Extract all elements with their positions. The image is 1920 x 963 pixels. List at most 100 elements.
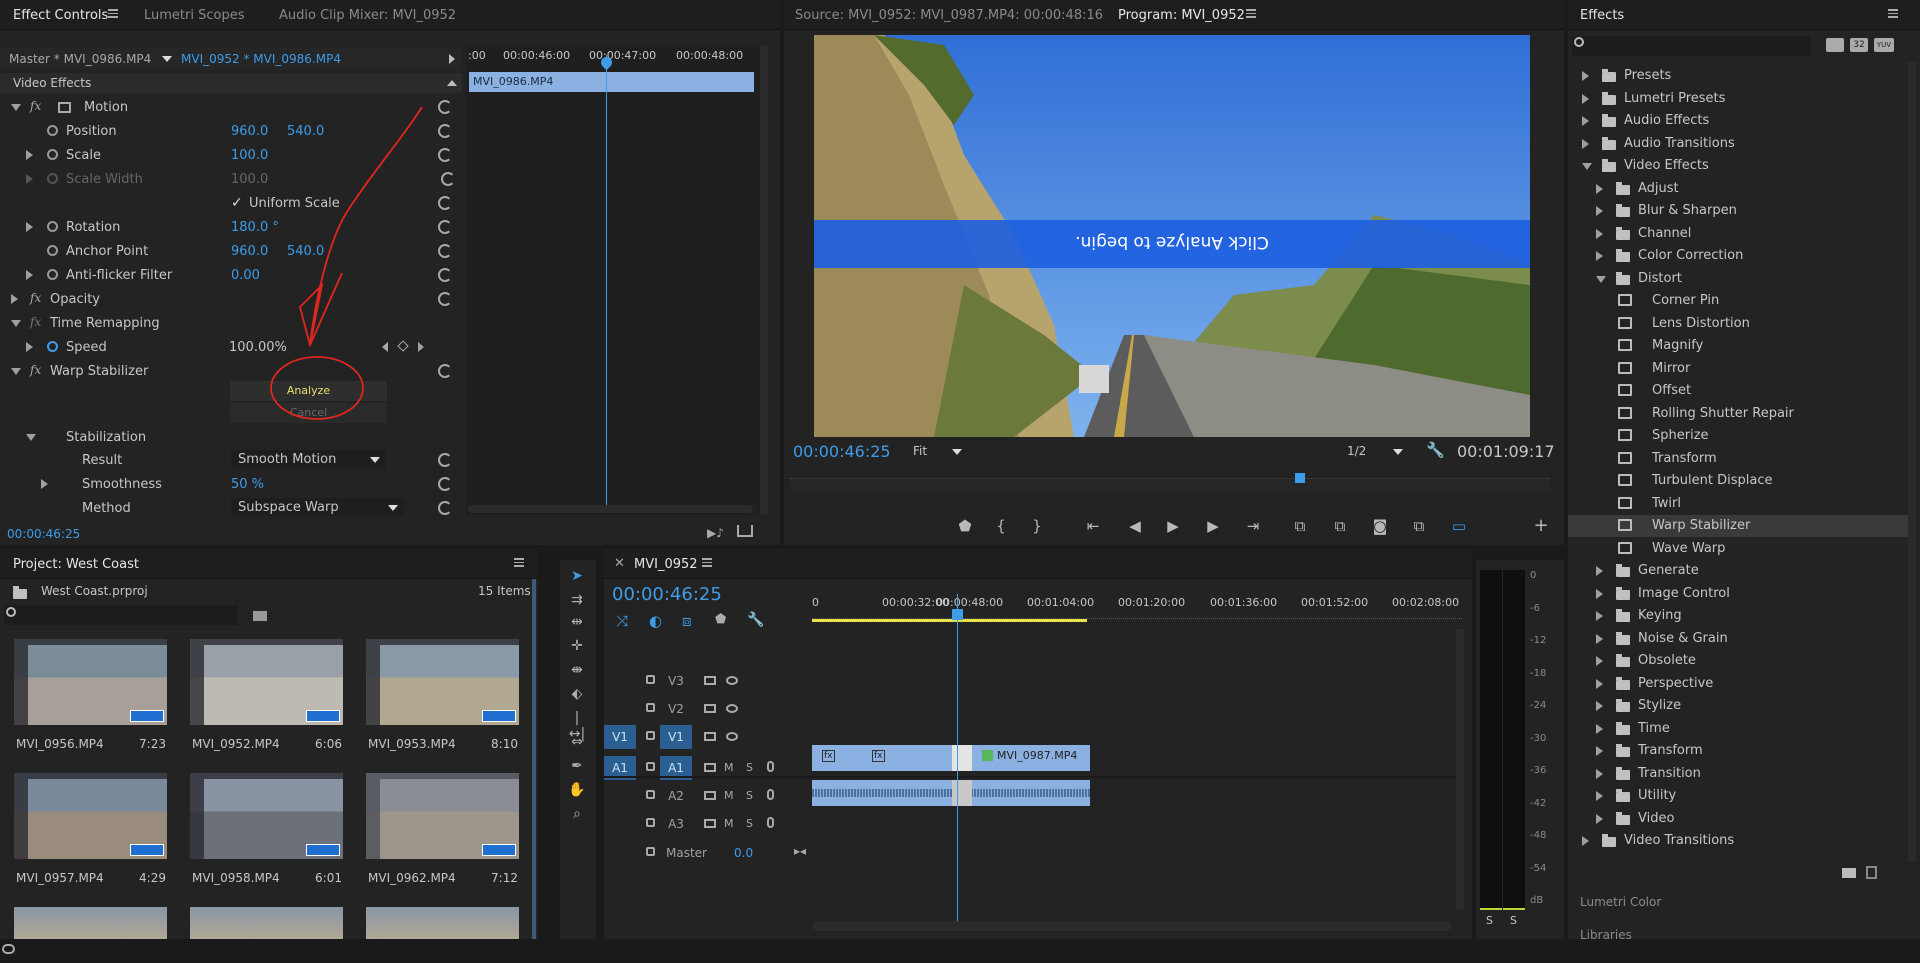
effect-folder[interactable]: Audio Transitions xyxy=(1568,133,1908,155)
chevron-right-icon[interactable] xyxy=(1596,206,1603,216)
reset-icon[interactable] xyxy=(438,501,452,515)
effect-folder[interactable]: Stylize xyxy=(1568,695,1908,717)
effect-folder[interactable]: Blur & Sharpen xyxy=(1568,200,1908,222)
stopwatch-icon[interactable] xyxy=(47,149,58,160)
reset-icon[interactable] xyxy=(438,364,452,378)
effect-item[interactable]: Rolling Shutter Repair xyxy=(1568,403,1908,425)
effect-item[interactable]: Corner Pin xyxy=(1568,290,1908,312)
project-scrollbar[interactable] xyxy=(532,579,536,939)
chevron-right-icon[interactable] xyxy=(1596,656,1603,666)
collapse-up-icon[interactable] xyxy=(447,80,457,86)
program-scrub-bar[interactable] xyxy=(790,478,1550,492)
effect-folder[interactable]: Image Control xyxy=(1568,583,1908,605)
chevron-right-icon[interactable] xyxy=(1596,183,1603,194)
stabilization-row[interactable]: Stabilization xyxy=(0,426,462,448)
effect-folder[interactable]: Generate xyxy=(1568,560,1908,582)
panel-menu-icon[interactable] xyxy=(702,558,712,567)
effect-folder[interactable]: Presets xyxy=(1568,65,1908,87)
reset-icon[interactable] xyxy=(438,244,452,258)
close-icon[interactable]: ✕ xyxy=(614,556,625,571)
tab-effect-controls[interactable]: Effect Controls xyxy=(13,8,108,23)
work-area-bar[interactable] xyxy=(812,619,1087,622)
mini-clip[interactable]: MVI_0986.MP4 xyxy=(469,72,754,92)
chevron-right-icon[interactable] xyxy=(1596,768,1603,779)
reset-icon[interactable] xyxy=(438,292,452,306)
chevron-right-icon[interactable] xyxy=(1596,791,1603,801)
sync-lock-icon[interactable] xyxy=(704,704,716,713)
warp-stabilizer-expand-icon[interactable] xyxy=(11,368,21,375)
chevron-right-icon[interactable] xyxy=(1582,71,1589,81)
clip-thumbnail[interactable] xyxy=(366,639,519,725)
clip-thumbnail[interactable] xyxy=(366,773,519,859)
razor-tool-icon[interactable]: ⬖ xyxy=(567,686,587,702)
lock-icon[interactable] xyxy=(646,731,655,740)
chevron-right-icon[interactable] xyxy=(1596,251,1603,261)
stopwatch-icon[interactable] xyxy=(47,245,58,256)
clip-thumbnail[interactable] xyxy=(14,773,167,859)
effect-item[interactable]: Twirl xyxy=(1568,493,1908,515)
reset-icon[interactable] xyxy=(438,196,452,210)
rotation-expand-icon[interactable] xyxy=(26,222,33,232)
solo-button[interactable]: S xyxy=(746,817,753,830)
sync-lock-icon[interactable] xyxy=(704,676,716,685)
panel-menu-icon[interactable] xyxy=(514,558,524,567)
hand-tool-icon[interactable]: ✋ xyxy=(567,782,587,798)
method-dropdown[interactable]: Subspace Warp xyxy=(231,498,404,517)
track-name[interactable]: V1 xyxy=(660,725,692,749)
add-marker-icon[interactable]: ⬟ xyxy=(715,612,726,627)
effect-timecode[interactable]: 00:00:46:25 xyxy=(7,527,80,541)
snap-icon[interactable]: ⤨ xyxy=(616,612,628,630)
active-clip-label[interactable]: MVI_0952 * MVI_0986.MP4 xyxy=(181,52,341,66)
reset-icon[interactable] xyxy=(438,477,452,491)
chevron-right-icon[interactable] xyxy=(1582,138,1589,149)
chevron-right-icon[interactable] xyxy=(1596,746,1603,756)
effect-folder[interactable]: Video xyxy=(1568,808,1908,830)
extract-icon[interactable]: ⧉ xyxy=(1329,515,1351,537)
clip-thumbnail[interactable] xyxy=(366,907,519,939)
nest-icon[interactable]: ⧈ xyxy=(682,612,692,630)
accelerated-effects-icon[interactable] xyxy=(1826,38,1844,52)
source-patch-v1[interactable]: V1 xyxy=(604,725,636,749)
lock-icon[interactable] xyxy=(646,762,655,771)
effects-search-field[interactable] xyxy=(1572,36,1810,56)
effect-item[interactable]: Warp Stabilizer xyxy=(1568,515,1908,537)
solo-button[interactable]: S xyxy=(746,761,753,774)
timeline-playhead[interactable] xyxy=(957,594,958,929)
creative-cloud-icon[interactable] xyxy=(2,944,15,954)
smoothness-expand-icon[interactable] xyxy=(41,479,48,489)
video-clip-selected[interactable] xyxy=(952,745,972,771)
smoothness-value[interactable]: 50 % xyxy=(231,477,264,492)
track-name[interactable]: A3 xyxy=(660,812,692,836)
effect-folder[interactable]: Channel xyxy=(1568,223,1908,245)
reset-icon[interactable] xyxy=(438,268,452,282)
timeline-playhead-head[interactable] xyxy=(952,609,963,620)
timeline-ruler[interactable]: 0 00:00:32:00 00:00:48:00 00:01:04:00 00:01:… xyxy=(812,591,1462,619)
captions-icon[interactable]: ▭ xyxy=(1448,515,1470,537)
opacity-expand-icon[interactable] xyxy=(11,294,18,304)
pen-tool-icon[interactable]: ✒ xyxy=(567,758,587,774)
program-playhead[interactable] xyxy=(1295,473,1305,483)
stopwatch-icon[interactable] xyxy=(47,269,58,280)
comparison-view-icon[interactable]: ⧉ xyxy=(1408,515,1430,537)
lock-icon[interactable] xyxy=(646,675,655,684)
stopwatch-icon[interactable] xyxy=(47,221,58,232)
effects-title[interactable]: Effects xyxy=(1580,8,1624,23)
reset-icon[interactable] xyxy=(438,220,452,234)
track-name[interactable]: V3 xyxy=(660,669,692,693)
effect-folder[interactable]: Obsolete xyxy=(1568,650,1908,672)
add-marker-icon[interactable]: ⬟ xyxy=(954,515,976,537)
video-clip[interactable]: fx fx xyxy=(812,745,952,771)
master-volume-value[interactable]: 0.0 xyxy=(734,846,753,860)
export-frame-icon[interactable]: ◙ xyxy=(1369,515,1391,537)
lock-icon[interactable] xyxy=(646,847,655,856)
stopwatch-icon[interactable] xyxy=(47,341,58,352)
solo-button[interactable]: S xyxy=(746,789,753,802)
lumetri-color-panel-tab[interactable]: Lumetri Color xyxy=(1580,895,1661,909)
effect-folder[interactable]: Distort xyxy=(1568,268,1908,290)
search-icon[interactable] xyxy=(1574,37,1584,47)
clip-thumbnail[interactable] xyxy=(190,907,343,939)
audio-clip[interactable] xyxy=(812,780,1090,806)
fx-icon[interactable]: fx xyxy=(30,363,41,377)
new-bin-icon[interactable] xyxy=(1842,868,1856,878)
effect-item[interactable]: Magnify xyxy=(1568,335,1908,357)
